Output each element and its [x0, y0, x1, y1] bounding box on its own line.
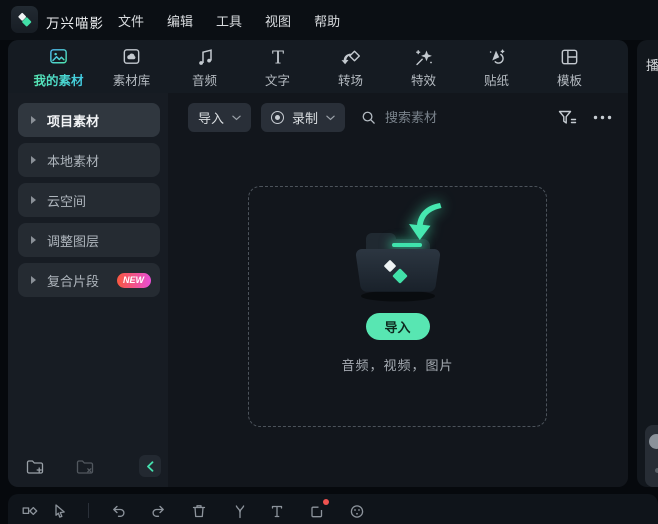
record-indicator-dot: [323, 499, 329, 505]
collapse-panel-button[interactable]: [139, 455, 161, 477]
transition-icon: [340, 45, 362, 67]
stock-media-icon: [121, 45, 142, 67]
sticker-icon: [486, 45, 508, 67]
folder-plus-icon[interactable]: [26, 459, 44, 475]
media-content: 导入 录制 搜索素材 导入 音频，视频，图片: [168, 93, 628, 487]
template-icon: [559, 45, 580, 67]
menu-file[interactable]: 文件: [118, 11, 144, 30]
import-folder-icon: [338, 203, 458, 305]
caret-right-icon: [31, 236, 36, 244]
tab-sticker[interactable]: 贴纸: [460, 45, 533, 89]
tab-strip: 我的素材 素材库 音频 T 文字 转场 特效 贴纸 模板: [8, 40, 628, 93]
record-icon: [271, 111, 285, 124]
filter-icon[interactable]: [557, 109, 578, 127]
dropzone-caption: 音频，视频，图片: [341, 358, 454, 373]
more-icon[interactable]: [593, 115, 612, 120]
search-input[interactable]: [385, 110, 496, 125]
tab-text[interactable]: T 文字: [241, 45, 314, 89]
tab-label: 转场: [337, 73, 363, 88]
chevron-left-icon: [147, 460, 154, 472]
tab-my-media[interactable]: 我的素材: [22, 45, 95, 89]
media-sidebar: 项目素材 本地素材 云空间 调整图层 复合片段 NEW: [8, 93, 168, 487]
menu-help[interactable]: 帮助: [314, 11, 340, 30]
tab-label: 素材库: [112, 73, 151, 88]
player-panel: 播: [637, 40, 658, 487]
import-dropzone[interactable]: 导入 音频，视频，图片: [248, 186, 547, 427]
menubar: 万兴喵影 文件 编辑 工具 视图 帮助: [0, 0, 658, 40]
import-button[interactable]: 导入: [365, 313, 430, 340]
menu-view[interactable]: 视图: [265, 11, 291, 30]
timeline-toolbar: [8, 494, 658, 524]
new-badge: NEW: [117, 272, 152, 288]
tab-effects[interactable]: 特效: [387, 45, 460, 89]
import-dropdown-button[interactable]: 导入: [188, 103, 252, 132]
tab-label: 贴纸: [483, 73, 509, 88]
tab-label: 文字: [264, 73, 290, 88]
audio-icon: [195, 45, 215, 67]
app-title: 万兴喵影: [46, 16, 104, 31]
folder-delete-icon[interactable]: [76, 459, 94, 475]
media-panel: 我的素材 素材库 音频 T 文字 转场 特效 贴纸 模板 项目素材 本地素材 云…: [8, 40, 628, 487]
menu-row: 文件 编辑 工具 视图 帮助: [118, 0, 340, 40]
caret-right-icon: [31, 156, 36, 164]
sidebar-item-compound-clip[interactable]: 复合片段 NEW: [18, 263, 160, 297]
caret-right-icon: [31, 116, 36, 124]
tab-stock-media[interactable]: 素材库: [95, 45, 168, 89]
media-toolbar: 导入 录制: [188, 103, 612, 132]
sidebar-item-local-media[interactable]: 本地素材: [18, 143, 160, 177]
text-icon: T: [268, 45, 288, 67]
caret-right-icon: [31, 276, 36, 284]
tab-transition[interactable]: 转场: [314, 45, 387, 89]
tab-label: 音频: [191, 73, 217, 88]
player-knob-icon[interactable]: [649, 434, 658, 449]
caret-right-icon: [31, 196, 36, 204]
player-sub-panel: [645, 425, 658, 487]
sidebar-item-project-media[interactable]: 项目素材: [18, 103, 160, 137]
menu-edit[interactable]: 编辑: [167, 11, 193, 30]
tab-template[interactable]: 模板: [533, 45, 606, 89]
my-media-icon: [48, 45, 69, 67]
effects-icon: [413, 45, 435, 67]
tab-label: 特效: [410, 73, 436, 88]
svg-text:T: T: [271, 47, 283, 67]
tab-label: 我的素材: [33, 70, 83, 89]
menu-tools[interactable]: 工具: [216, 11, 242, 30]
chevron-down-icon: [232, 115, 241, 120]
chevron-down-icon: [326, 115, 335, 120]
app-logo-icon: [11, 6, 38, 33]
tab-label: 模板: [556, 73, 582, 88]
toolbar-divider: [88, 503, 89, 518]
tab-audio[interactable]: 音频: [168, 45, 241, 89]
sidebar-item-adjustment-layer[interactable]: 调整图层: [18, 223, 160, 257]
player-panel-title: 播: [646, 58, 658, 73]
search-box: [361, 110, 496, 125]
sidebar-item-cloud-space[interactable]: 云空间: [18, 183, 160, 217]
record-dropdown-button[interactable]: 录制: [261, 103, 346, 132]
search-icon: [362, 111, 375, 124]
download-arrow-icon: [408, 203, 441, 240]
